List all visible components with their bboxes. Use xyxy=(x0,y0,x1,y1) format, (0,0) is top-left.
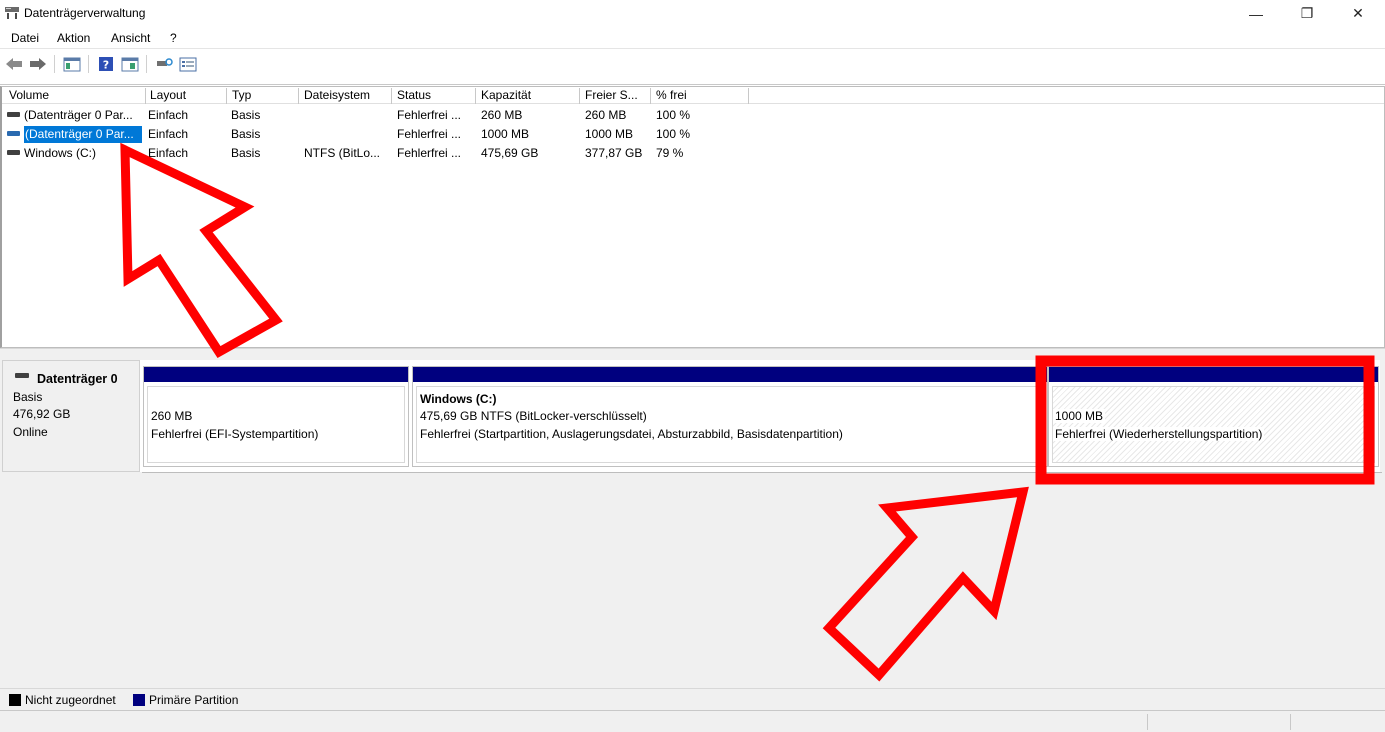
menu-view[interactable]: Ansicht xyxy=(111,31,150,45)
disk-icon xyxy=(15,373,29,378)
disk-row-divider xyxy=(142,472,1382,476)
cell-status: Fehlerfrei ... xyxy=(397,127,462,141)
partition-windows-c[interactable]: Windows (C:) 475,69 GB NTFS (BitLocker-v… xyxy=(412,366,1048,467)
legend-bar: Nicht zugeordnet Primäre Partition xyxy=(0,688,1385,710)
primary-partition-bar xyxy=(413,367,1047,382)
table-row[interactable]: (Datenträger 0 Par... Einfach Basis Fehl… xyxy=(2,106,762,125)
menu-action[interactable]: Aktion xyxy=(57,31,90,45)
rescan-disk-icon[interactable] xyxy=(154,55,174,73)
console-tree-icon[interactable] xyxy=(62,55,82,73)
cell-status: Fehlerfrei ... xyxy=(397,146,462,160)
partition-body-selected xyxy=(1052,386,1375,463)
cell-percent-free: 79 % xyxy=(656,146,684,160)
column-header-percent-free[interactable]: % frei xyxy=(651,88,749,104)
primary-partition-bar xyxy=(144,367,408,382)
column-header-status[interactable]: Status xyxy=(392,88,476,104)
restore-button[interactable]: ❐ xyxy=(1284,0,1330,27)
column-header-type[interactable]: Typ xyxy=(227,88,299,104)
cell-layout: Einfach xyxy=(148,127,189,141)
partition-status: Fehlerfrei (Wiederherstellungspartition) xyxy=(1053,427,1265,441)
disk-type: Basis xyxy=(13,390,43,404)
toolbar-separator xyxy=(54,55,55,73)
volume-table-header: Volume Layout Typ Dateisystem Status Kap… xyxy=(2,87,1384,104)
status-divider xyxy=(1290,714,1291,730)
cell-capacity: 260 MB xyxy=(481,108,523,122)
table-row[interactable]: Windows (C:) Einfach Basis NTFS (BitLo..… xyxy=(2,144,762,163)
status-divider xyxy=(1147,714,1148,730)
cell-capacity: 475,69 GB xyxy=(481,146,539,160)
menu-file[interactable]: Datei xyxy=(11,31,39,45)
cell-volume: Windows (C:) xyxy=(24,146,97,160)
column-header-filesystem[interactable]: Dateisystem xyxy=(299,88,392,104)
cell-free-space: 260 MB xyxy=(585,108,627,122)
cell-volume: (Datenträger 0 Par... xyxy=(25,127,134,141)
cell-type: Basis xyxy=(231,108,261,122)
column-header-volume[interactable]: Volume xyxy=(4,88,146,104)
properties-icon[interactable] xyxy=(120,55,140,73)
volume-icon xyxy=(7,112,20,117)
partition-size: 475,69 GB NTFS (BitLocker-verschlüsselt) xyxy=(420,409,647,423)
cell-volume: (Datenträger 0 Par... xyxy=(24,108,133,122)
cell-status: Fehlerfrei ... xyxy=(397,108,462,122)
disk-management-icon xyxy=(5,7,19,19)
column-header-layout[interactable]: Layout xyxy=(145,88,227,104)
disk-info-panel[interactable]: Datenträger 0 Basis 476,92 GB Online xyxy=(2,360,140,472)
window-title: Datenträgerverwaltung xyxy=(24,6,146,20)
partition-efi[interactable]: 260 MB Fehlerfrei (EFI-Systempartition) xyxy=(143,366,409,467)
svg-text:?: ? xyxy=(103,59,109,72)
toolbar-separator xyxy=(146,55,147,73)
volume-icon xyxy=(7,150,20,155)
cell-free-space: 1000 MB xyxy=(585,127,634,141)
forward-arrow-icon[interactable] xyxy=(28,55,48,73)
details-view-icon[interactable] xyxy=(178,55,198,73)
toolbar-separator xyxy=(88,55,89,73)
partition-size: 260 MB xyxy=(151,409,193,423)
partition-size: 1000 MB xyxy=(1053,409,1106,423)
cell-type: Basis xyxy=(231,146,261,160)
title-bar: Datenträgerverwaltung — ❐ ✕ xyxy=(0,0,1385,27)
back-arrow-icon[interactable] xyxy=(4,55,24,73)
close-button[interactable]: ✕ xyxy=(1335,0,1381,27)
cell-capacity: 1000 MB xyxy=(481,127,530,141)
partition-status: Fehlerfrei (Startpartition, Auslagerungs… xyxy=(420,427,843,441)
volume-list[interactable]: Volume Layout Typ Dateisystem Status Kap… xyxy=(0,86,1385,348)
menu-bar: Datei Aktion Ansicht ? xyxy=(0,27,1385,49)
status-bar xyxy=(0,710,1385,732)
cell-percent-free: 100 % xyxy=(656,127,691,141)
cell-percent-free: 100 % xyxy=(656,108,691,122)
primary-partition-swatch xyxy=(133,694,145,706)
cell-filesystem: NTFS (BitLo... xyxy=(304,146,381,160)
toolbar: ? xyxy=(0,49,1385,85)
table-row-selected[interactable]: (Datenträger 0 Par... Einfach Basis Fehl… xyxy=(2,125,762,144)
menu-help[interactable]: ? xyxy=(170,31,177,45)
minimize-button[interactable]: — xyxy=(1233,0,1279,27)
cell-type: Basis xyxy=(231,127,261,141)
help-icon[interactable]: ? xyxy=(96,55,116,73)
partition-recovery[interactable]: 1000 MB Fehlerfrei (Wiederherstellungspa… xyxy=(1048,366,1379,467)
cell-layout: Einfach xyxy=(148,108,189,122)
volume-icon xyxy=(7,131,20,136)
legend-primary-partition: Primäre Partition xyxy=(149,693,239,707)
disk-state: Online xyxy=(13,425,48,439)
column-header-free-space[interactable]: Freier S... xyxy=(580,88,651,104)
cell-free-space: 377,87 GB xyxy=(585,146,643,160)
partition-body xyxy=(147,386,405,463)
cell-layout: Einfach xyxy=(148,146,189,160)
disk-map-area: Datenträger 0 Basis 476,92 GB Online 260… xyxy=(0,354,1385,688)
disk-name: Datenträger 0 xyxy=(37,372,118,386)
partition-body xyxy=(416,386,1044,463)
column-header-capacity[interactable]: Kapazität xyxy=(476,88,580,104)
legend-unallocated: Nicht zugeordnet xyxy=(25,693,116,707)
partition-title: Windows (C:) xyxy=(420,392,497,406)
partition-status: Fehlerfrei (EFI-Systempartition) xyxy=(151,427,319,441)
disk-size: 476,92 GB xyxy=(13,407,71,421)
primary-partition-bar xyxy=(1049,367,1378,382)
unallocated-swatch xyxy=(9,694,21,706)
